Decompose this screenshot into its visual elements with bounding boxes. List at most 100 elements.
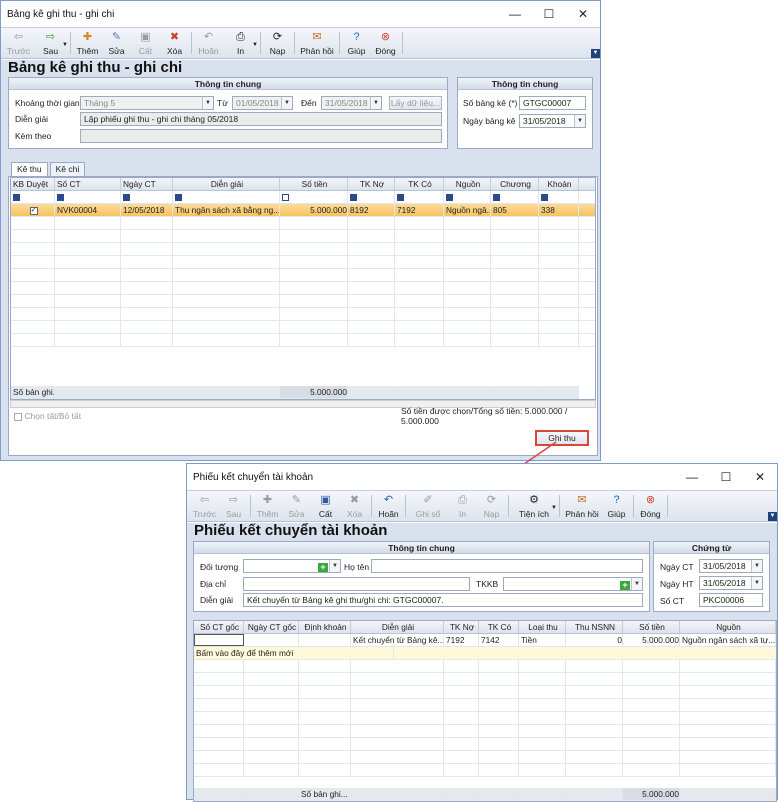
filter-cell[interactable] [11, 191, 55, 203]
toolbar-close-button[interactable]: ⊗ Đóng [636, 491, 665, 521]
dropdown-arrow-icon[interactable]: ▼ [62, 42, 68, 48]
filter-icon[interactable] [175, 194, 182, 202]
toolbar-print-button[interactable]: ⎙ In [448, 491, 477, 521]
column-header[interactable]: Nguồn [444, 178, 491, 190]
select-all-checkbox[interactable]: Chọn tất/Bỏ tất [14, 411, 81, 421]
column-header[interactable]: TK Nợ [444, 621, 479, 633]
filter-cell[interactable] [173, 191, 280, 203]
desc-input[interactable]: Kết chuyển từ Bảng kê ghi thu/ghi chi: G… [243, 593, 643, 607]
maximize-button[interactable]: ☐ [532, 7, 566, 21]
column-header[interactable]: Ngày CT [121, 178, 173, 190]
column-header[interactable]: TK Có [479, 621, 519, 633]
toolbar-print-button[interactable]: ⎙ In ▼ [223, 28, 258, 58]
column-header[interactable]: Ngày CT gốc [244, 621, 299, 633]
toolbar-add-button[interactable]: ✚ Thêm [73, 28, 102, 58]
filter-icon[interactable] [123, 194, 130, 202]
dropdown-arrow-icon[interactable]: ▼ [252, 42, 258, 48]
add-icon[interactable]: + [318, 561, 328, 572]
toolbar-post-button[interactable]: ✐ Ghi sổ [408, 491, 448, 521]
filter-icon[interactable] [446, 194, 453, 202]
column-header[interactable]: Số tiền [280, 178, 348, 190]
chevron-down-icon[interactable]: ▼ [370, 97, 381, 109]
chevron-down-icon[interactable]: ▼ [202, 97, 213, 109]
toolbar-overflow-icon[interactable]: ▼ [768, 512, 777, 521]
toolbar-overflow-icon[interactable]: ▼ [591, 49, 600, 58]
column-header[interactable]: Thu NSNN [566, 621, 623, 633]
tab-ke-chi[interactable]: Kê chi [49, 162, 86, 176]
column-header[interactable]: Chương [491, 178, 539, 190]
toolbar-feedback-button[interactable]: ✉ Phản hồi [297, 28, 337, 58]
toolbar-save-button[interactable]: ▣ Cất [311, 491, 340, 521]
column-header[interactable]: KB Duyệt [11, 178, 55, 190]
ghi-thu-button[interactable]: Ghi thu [535, 430, 589, 446]
toolbar-edit-button[interactable]: ✎ Sửa [102, 28, 131, 58]
filter-icon[interactable] [57, 194, 64, 202]
toolbar-arrow-left-button[interactable]: ⇦ Trước [4, 28, 33, 58]
toolbar-feedback-button[interactable]: ✉ Phản hồi [562, 491, 602, 521]
toolbar-delete-button[interactable]: ✖ Xóa [160, 28, 189, 58]
chevron-down-icon[interactable]: ▼ [281, 97, 292, 109]
filter-icon[interactable] [282, 194, 289, 202]
attach-input[interactable] [80, 129, 442, 143]
filter-icon[interactable] [541, 194, 548, 202]
chevron-down-icon[interactable]: ▼ [751, 560, 762, 572]
toolbar-refresh-button[interactable]: ⟳ Nạp [263, 28, 292, 58]
add-new-row[interactable]: Bấm vào đây để thêm mới [194, 647, 776, 660]
toolbar-refresh-button[interactable]: ⟳ Nạp [477, 491, 506, 521]
filter-cell[interactable] [348, 191, 395, 203]
voucher-date-input[interactable]: 31/05/2018 ▼ [519, 114, 586, 128]
close-window-button[interactable]: ✕ [743, 470, 777, 484]
toolbar-help-button[interactable]: ? Giúp [602, 491, 631, 521]
toolbar-tools-button[interactable]: ⚙ Tiện ích ▼ [511, 491, 557, 521]
filter-cell[interactable] [539, 191, 579, 203]
toolbar-undo-button[interactable]: ↶ Hoãn [374, 491, 403, 521]
filter-cell[interactable] [395, 191, 444, 203]
toolbar-close-button[interactable]: ⊗ Đóng [371, 28, 400, 58]
name-input[interactable] [371, 559, 643, 573]
posting-date-input[interactable]: 31/05/2018 ▼ [699, 576, 763, 590]
tkkb-input[interactable]: + ▼ [503, 577, 643, 591]
column-header[interactable]: Loại thu [519, 621, 566, 633]
filter-icon[interactable] [13, 194, 20, 202]
chevron-down-icon[interactable]: ▼ [574, 115, 585, 127]
filter-cell[interactable] [121, 191, 173, 203]
period-select[interactable]: Tháng 5 ▼ [80, 96, 214, 110]
minimize-button[interactable]: — [498, 7, 532, 21]
voucher-no-input[interactable]: GTGC00007 [519, 96, 586, 110]
column-header[interactable]: TK Nợ [348, 178, 395, 190]
maximize-button[interactable]: ☐ [709, 470, 743, 484]
column-header[interactable]: Khoản [539, 178, 579, 190]
close-window-button[interactable]: ✕ [566, 7, 600, 21]
chevron-down-icon[interactable]: ▼ [751, 577, 762, 589]
column-header[interactable]: Số tiền [623, 621, 680, 633]
approve-checkbox[interactable]: ✓ [29, 206, 38, 215]
column-header[interactable]: Số CT [55, 178, 121, 190]
column-header[interactable]: Diễn giải [351, 621, 444, 633]
column-header[interactable]: Diễn giải [173, 178, 280, 190]
toolbar-arrow-right-button[interactable]: ⇨ Sau ▼ [33, 28, 68, 58]
chevron-down-icon[interactable]: ▼ [631, 578, 642, 590]
toolbar-delete-button[interactable]: ✖ Xóa [340, 491, 369, 521]
get-data-button[interactable]: Lấy dữ liệu... [389, 96, 442, 110]
minimize-button[interactable]: — [675, 470, 709, 484]
filter-cell[interactable] [444, 191, 491, 203]
filter-icon[interactable] [493, 194, 500, 202]
table-row[interactable]: Kết chuyển từ Bảng kê... 7192 7142 Tiền 0 5.0… [194, 634, 776, 647]
to-date-input[interactable]: 31/05/2018 ▼ [321, 96, 382, 110]
toolbar-help-button[interactable]: ? Giúp [342, 28, 371, 58]
toolbar-arrow-right-button[interactable]: ⇨ Sau [219, 491, 248, 521]
filter-icon[interactable] [397, 194, 404, 202]
column-header[interactable]: Số CT gốc [194, 621, 244, 633]
dropdown-arrow-icon[interactable]: ▼ [551, 505, 557, 511]
object-input[interactable]: + ▼ [243, 559, 341, 573]
filter-icon[interactable] [350, 194, 357, 202]
table-row[interactable]: ✓ NVK00004 12/05/2018 Thu ngân sách xã bằng… [11, 204, 595, 217]
chevron-down-icon[interactable]: ▼ [329, 560, 340, 572]
add-icon[interactable]: + [620, 579, 630, 590]
desc-input[interactable]: Lập phiếu ghi thu - ghi chi tháng 05/201… [80, 112, 442, 126]
tab-ke-thu[interactable]: Kê thu [11, 162, 48, 176]
filter-cell[interactable] [491, 191, 539, 203]
voucher-date-input[interactable]: 31/05/2018 ▼ [699, 559, 763, 573]
column-header[interactable]: Nguồn [680, 621, 776, 633]
toolbar-add-button[interactable]: ✚ Thêm [253, 491, 282, 521]
